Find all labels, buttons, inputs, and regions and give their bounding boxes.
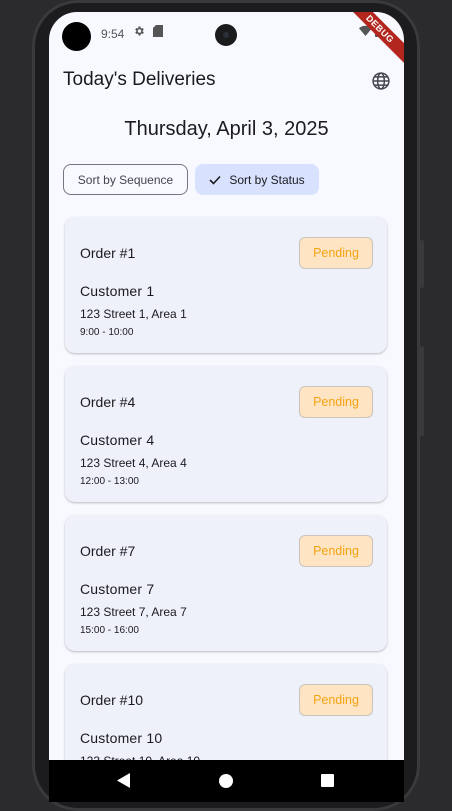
status-label: Pending	[313, 395, 359, 409]
sort-by-status-button[interactable]: Sort by Status	[195, 164, 319, 195]
delivery-address: 123 Street 1, Area 1	[80, 307, 187, 321]
date-heading: Thursday, April 3, 2025	[124, 118, 329, 140]
order-title: Order #4	[80, 394, 136, 410]
back-triangle-icon	[117, 773, 130, 788]
status-bar: 9:54 DEBUG	[49, 12, 404, 68]
status-badge: Pending	[299, 386, 373, 418]
back-button[interactable]	[117, 773, 130, 793]
front-camera	[215, 24, 237, 46]
customer-name: Customer 7	[80, 581, 155, 597]
time-window: 15:00 - 16:00	[80, 625, 139, 636]
globe-icon	[372, 72, 390, 90]
recents-button[interactable]	[321, 774, 334, 787]
sort-by-sequence-label: Sort by Sequence	[77, 172, 174, 187]
volume-button	[420, 240, 424, 288]
sort-by-sequence-button[interactable]: Sort by Sequence	[63, 164, 188, 195]
system-nav-bar	[49, 760, 404, 802]
language-button[interactable]	[368, 68, 394, 94]
status-badge: Pending	[299, 684, 373, 716]
order-title: Order #10	[80, 692, 144, 708]
check-icon	[209, 175, 221, 185]
power-button	[420, 346, 424, 436]
status-label: Pending	[313, 693, 359, 707]
page-title: Today's Deliveries	[63, 69, 216, 90]
order-title: Order #1	[80, 245, 136, 261]
sort-by-status-label: Sort by Status	[229, 172, 305, 187]
sd-card-icon	[153, 25, 163, 40]
debug-banner-label: DEBUG	[344, 12, 404, 68]
customer-name: Customer 4	[80, 432, 155, 448]
time-window: 9:00 - 10:00	[80, 327, 134, 338]
order-card[interactable]: Order #1 Pending Customer 1 123 Street 1…	[65, 217, 387, 353]
status-label: Pending	[313, 544, 359, 558]
camera-cutout	[62, 22, 91, 51]
order-card[interactable]: Order #7 Pending Customer 7 123 Street 7…	[65, 515, 387, 651]
order-title: Order #7	[80, 543, 136, 559]
debug-banner: DEBUG	[344, 12, 404, 72]
gear-icon	[133, 25, 145, 40]
customer-name: Customer 1	[80, 283, 155, 299]
order-card[interactable]: Order #4 Pending Customer 4 123 Street 4…	[65, 366, 387, 502]
status-label: Pending	[313, 246, 359, 260]
app-bar: Today's Deliveries	[49, 64, 404, 104]
home-button[interactable]	[219, 774, 233, 788]
device-screen: 9:54 DEBUG Today's Deliveries Thursday, …	[49, 12, 404, 800]
status-badge: Pending	[299, 535, 373, 567]
delivery-address: 123 Street 4, Area 4	[80, 456, 187, 470]
time-window: 12:00 - 13:00	[80, 476, 139, 487]
delivery-address: 123 Street 7, Area 7	[80, 605, 187, 619]
customer-name: Customer 10	[80, 730, 163, 746]
status-badge: Pending	[299, 237, 373, 269]
status-time: 9:54	[101, 27, 125, 41]
